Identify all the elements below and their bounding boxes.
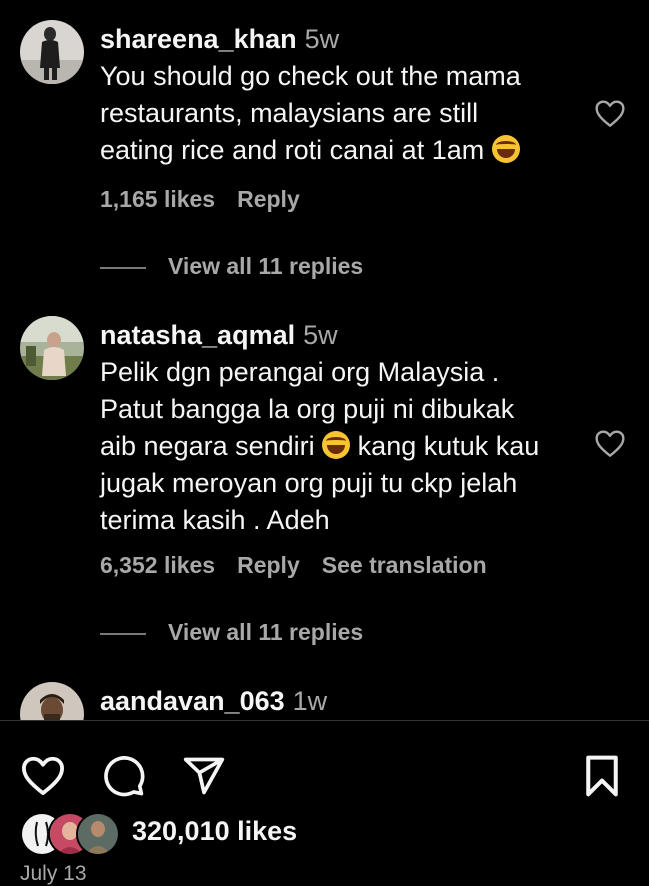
comment-text: Pelik dgn perangai org Malaysia . Patut … bbox=[100, 354, 580, 539]
section-divider bbox=[0, 720, 649, 721]
username[interactable]: natasha_aqmal bbox=[100, 320, 295, 350]
comment-age: 5w bbox=[304, 24, 340, 54]
comment-line: restaurants, malaysians are still bbox=[100, 98, 479, 128]
like-count[interactable]: 6,352 likes bbox=[100, 552, 215, 578]
avatar bbox=[76, 812, 120, 856]
comment-text: You should go check out the mama restaur… bbox=[100, 58, 580, 169]
comments-list: shareena_khan 5w You should go check out … bbox=[0, 0, 649, 720]
see-translation-button[interactable]: See translation bbox=[322, 552, 487, 578]
heart-icon[interactable] bbox=[594, 98, 626, 128]
comment-item: aandavan_063 1w bbox=[0, 662, 649, 720]
avatar[interactable] bbox=[20, 316, 84, 380]
bookmark-icon[interactable] bbox=[580, 754, 624, 798]
comment-line: eating rice and roti canai at 1am bbox=[100, 132, 580, 169]
comment-line: Patut bangga la org puji ni dibukak bbox=[100, 394, 515, 424]
comment-header: shareena_khan 5w bbox=[100, 24, 339, 54]
comment-meta: 6,352 likes Reply See translation bbox=[100, 552, 509, 579]
view-replies-label: View all 11 replies bbox=[168, 253, 364, 279]
username[interactable]: aandavan_063 bbox=[100, 686, 285, 716]
divider-line bbox=[100, 266, 146, 269]
avatar[interactable] bbox=[20, 682, 84, 720]
divider-line bbox=[100, 632, 146, 635]
comment-line: terima kasih . Adeh bbox=[100, 505, 330, 535]
view-replies-button[interactable]: View all 11 replies bbox=[100, 253, 363, 280]
comment-age: 5w bbox=[303, 320, 338, 350]
face-with-tears-of-joy-emoji bbox=[491, 135, 520, 163]
comment-bubble-icon[interactable] bbox=[102, 754, 146, 798]
comment-line-text: aib negara sendiri bbox=[100, 431, 315, 461]
comment-item: natasha_aqmal 5w Pelik dgn perangai org M… bbox=[0, 296, 649, 666]
comment-header: natasha_aqmal 5w bbox=[100, 320, 338, 350]
comment-line-text: eating rice and roti canai at 1am bbox=[100, 135, 485, 165]
view-replies-button[interactable]: View all 11 replies bbox=[100, 619, 363, 646]
face-with-tears-of-joy-emoji bbox=[322, 431, 351, 459]
paper-plane-icon[interactable] bbox=[182, 754, 226, 798]
post-date: July 13 bbox=[20, 862, 87, 885]
comment-line: Pelik dgn perangai org Malaysia . bbox=[100, 357, 500, 387]
reply-button[interactable]: Reply bbox=[237, 186, 300, 212]
comment-item: shareena_khan 5w You should go check out … bbox=[0, 0, 649, 300]
comment-line-text: kang kutuk kau bbox=[350, 431, 540, 461]
comment-line: jugak meroyan org puji tu ckp jelah bbox=[100, 468, 518, 498]
post-like-count[interactable]: 320,010 likes bbox=[132, 816, 297, 847]
heart-icon[interactable] bbox=[20, 754, 66, 796]
comment-header: aandavan_063 1w bbox=[100, 686, 327, 716]
comment-age: 1w bbox=[292, 686, 328, 716]
avatar[interactable] bbox=[20, 20, 84, 84]
reply-button[interactable]: Reply bbox=[237, 552, 300, 578]
post-action-bar bbox=[0, 752, 649, 798]
username[interactable]: shareena_khan bbox=[100, 24, 297, 54]
comment-line: You should go check out the mama bbox=[100, 61, 521, 91]
heart-icon[interactable] bbox=[594, 428, 626, 458]
view-replies-label: View all 11 replies bbox=[168, 619, 364, 645]
comment-line: aib negara sendiri kang kutuk kau bbox=[100, 428, 580, 465]
like-count[interactable]: 1,165 likes bbox=[100, 186, 215, 212]
comment-meta: 1,165 likes Reply bbox=[100, 186, 322, 213]
